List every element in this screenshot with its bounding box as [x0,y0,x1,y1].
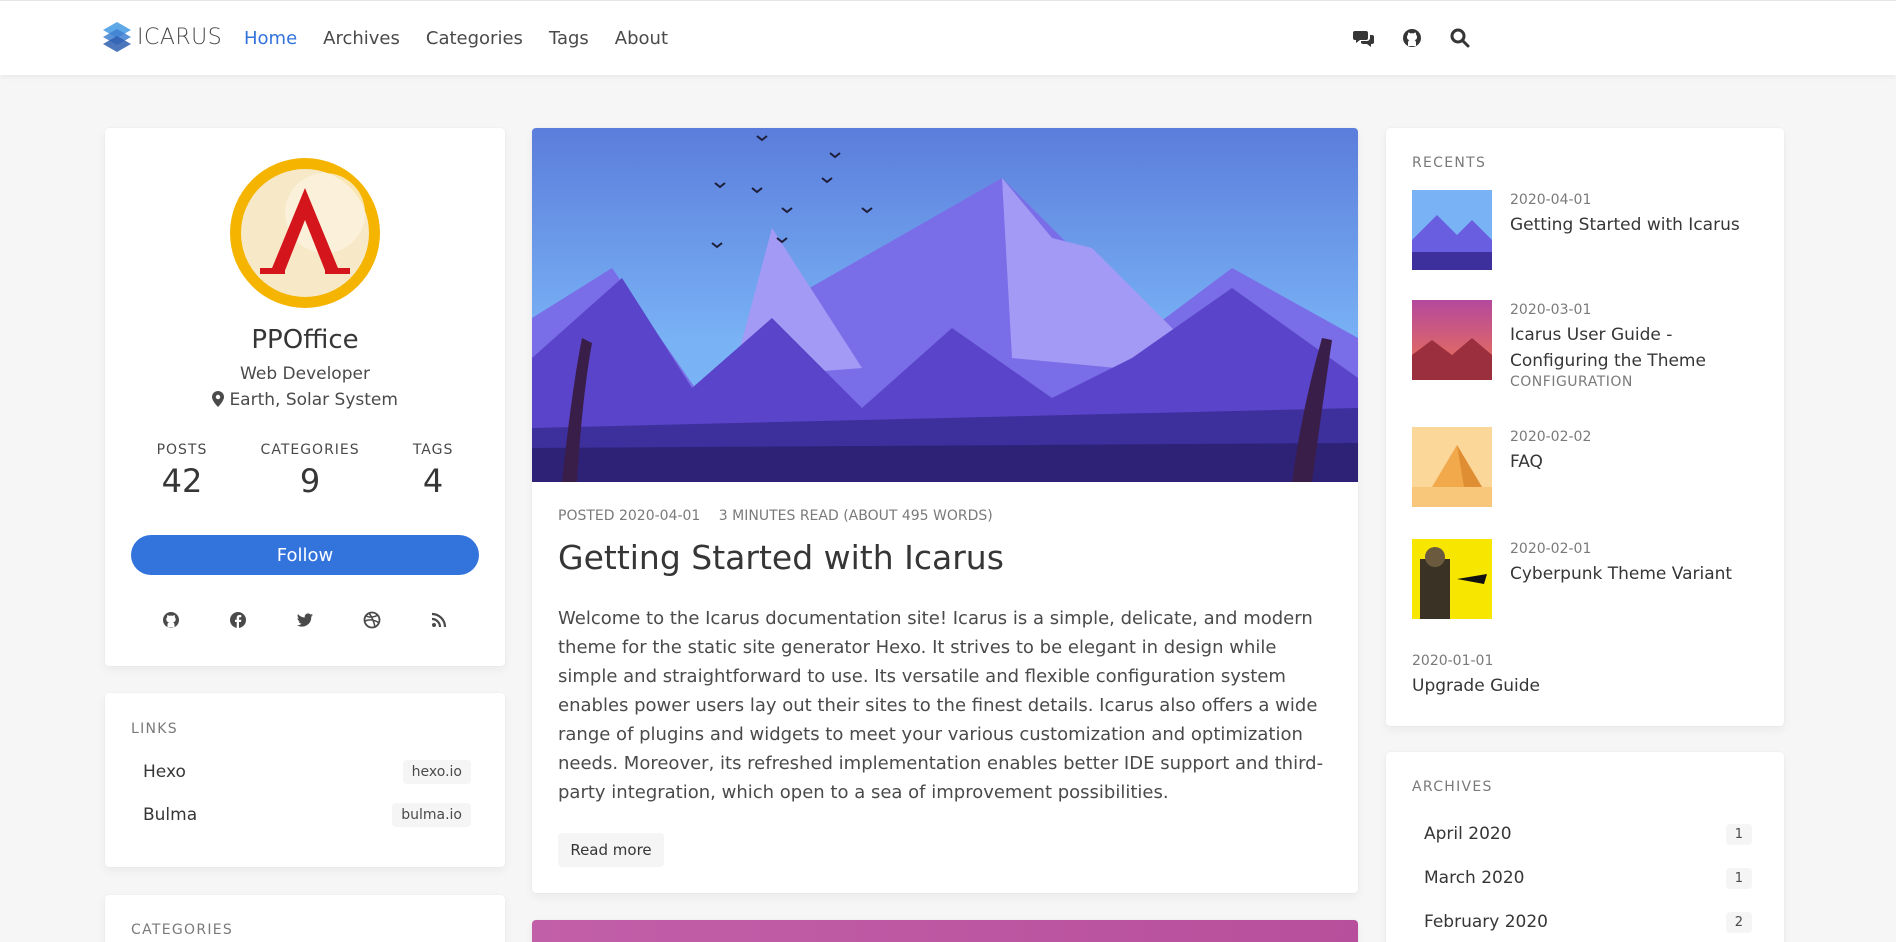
dribbble-icon[interactable] [362,610,382,630]
link-url: hexo.io [402,760,471,784]
logo-layers-icon [103,22,131,52]
facebook-icon[interactable] [228,610,248,630]
recent-date: 2020-03-01 [1510,302,1592,318]
profile-name: PPOffice [251,325,359,355]
profile-role: Web Developer [240,364,370,384]
profile-card: PPOffice Web Developer Earth, Solar Syst… [105,128,505,666]
avatar [230,158,380,308]
recent-category[interactable]: CONFIGURATION [1510,374,1633,390]
logo-text: ICARUS [137,24,223,50]
links-widget: LINKS Hexo hexo.io Bulma bulma.io [105,693,505,867]
nav-tags[interactable]: Tags [549,28,589,49]
post-read-time: 3 MINUTES READ (ABOUT 495 WORDS) [718,508,993,524]
recent-date: 2020-02-02 [1510,429,1592,445]
links-title: LINKS [131,721,178,737]
archive-item[interactable]: March 2020 1 [1412,863,1752,893]
archive-count: 1 [1725,823,1752,845]
stat-value: 42 [161,462,203,500]
stat-categories[interactable]: CATEGORIES 9 [261,442,360,500]
social-links [135,610,475,630]
location-text: Earth, Solar System [229,390,398,410]
recent-item[interactable]: 2020-03-01 Icarus User Guide - Configuri… [1412,300,1762,400]
link-name: Bulma [143,805,198,825]
archives-title: ARCHIVES [1412,779,1493,795]
recent-date: 2020-01-01 [1412,653,1494,669]
stat-label: CATEGORIES [260,442,360,458]
map-marker-icon [212,391,225,407]
recent-date: 2020-04-01 [1510,192,1592,208]
stat-posts[interactable]: POSTS 42 [157,442,208,500]
recent-title[interactable]: Cyberpunk Theme Variant [1510,561,1770,587]
recent-thumbnail[interactable] [1412,539,1492,619]
post-title[interactable]: Getting Started with Icarus [558,538,1004,577]
recent-title[interactable]: FAQ [1510,449,1770,475]
follow-button[interactable]: Follow [131,535,479,575]
link-item-hexo[interactable]: Hexo hexo.io [131,757,471,787]
archive-item[interactable]: February 2020 2 [1412,907,1752,937]
link-item-bulma[interactable]: Bulma bulma.io [131,800,471,830]
archive-month: April 2020 [1424,824,1512,844]
stat-value: 9 [299,462,321,500]
profile-location: Earth, Solar System [105,390,505,410]
link-name: Hexo [143,762,186,782]
archive-month: March 2020 [1424,868,1525,888]
recent-thumbnail[interactable] [1412,300,1492,380]
link-url: bulma.io [392,803,471,827]
rss-icon[interactable] [429,610,449,630]
post-meta: POSTED 2020-04-01 3 MINUTES READ (ABOUT … [558,508,1007,524]
recent-item[interactable]: 2020-02-02 FAQ [1412,427,1762,507]
recent-item[interactable]: 2020-01-01 Upgrade Guide [1412,651,1762,701]
comments-icon[interactable] [1353,27,1375,49]
recent-thumbnail[interactable] [1412,190,1492,270]
nav-archives[interactable]: Archives [323,28,400,49]
profile-stats: POSTS 42 CATEGORIES 9 TAGS 4 [105,442,505,500]
recent-item[interactable]: 2020-04-01 Getting Started with Icarus [1412,190,1762,270]
post-date: POSTED 2020-04-01 [558,508,701,524]
github-icon[interactable] [1401,27,1423,49]
post-card: POSTED 2020-04-01 3 MINUTES READ (ABOUT … [532,128,1358,893]
nav-categories[interactable]: Categories [426,28,523,49]
recents-widget: RECENTS 2020-04-01 Getting Started with … [1386,128,1784,726]
nav-home[interactable]: Home [244,28,297,49]
recent-title[interactable]: Icarus User Guide - Configuring the Them… [1510,322,1770,374]
search-icon[interactable] [1449,27,1471,49]
top-navbar: ICARUS Home Archives Categories Tags Abo… [0,0,1896,75]
stat-label: POSTS [156,442,208,458]
categories-title: CATEGORIES [131,922,234,938]
categories-widget: CATEGORIES [105,895,505,942]
recent-thumbnail[interactable] [1412,427,1492,507]
post-excerpt: Welcome to the Icarus documentation site… [558,608,1324,803]
recent-item[interactable]: 2020-02-01 Cyberpunk Theme Variant [1412,539,1762,619]
github-icon[interactable] [161,610,181,630]
recent-title[interactable]: Upgrade Guide [1412,673,1672,699]
stat-tags[interactable]: TAGS 4 [413,442,454,500]
nav-about[interactable]: About [615,28,668,49]
stat-label: TAGS [412,442,454,458]
archive-count: 2 [1725,911,1752,933]
archive-item[interactable]: April 2020 1 [1412,819,1752,849]
twitter-icon[interactable] [295,610,315,630]
recents-title: RECENTS [1412,155,1487,171]
recent-title[interactable]: Getting Started with Icarus [1510,212,1770,238]
main-nav: Home Archives Categories Tags About [244,28,668,49]
stat-value: 4 [422,462,444,500]
archives-widget: ARCHIVES April 2020 1 March 2020 1 Febru… [1386,752,1784,942]
post-thumbnail[interactable] [532,128,1358,482]
recent-date: 2020-02-01 [1510,541,1592,557]
nav-icons [1353,27,1471,49]
next-post-card[interactable] [532,920,1358,942]
archive-count: 1 [1725,867,1752,889]
archive-month: February 2020 [1424,912,1548,932]
site-logo[interactable]: ICARUS [103,22,222,52]
read-more-button[interactable]: Read more [558,833,664,867]
